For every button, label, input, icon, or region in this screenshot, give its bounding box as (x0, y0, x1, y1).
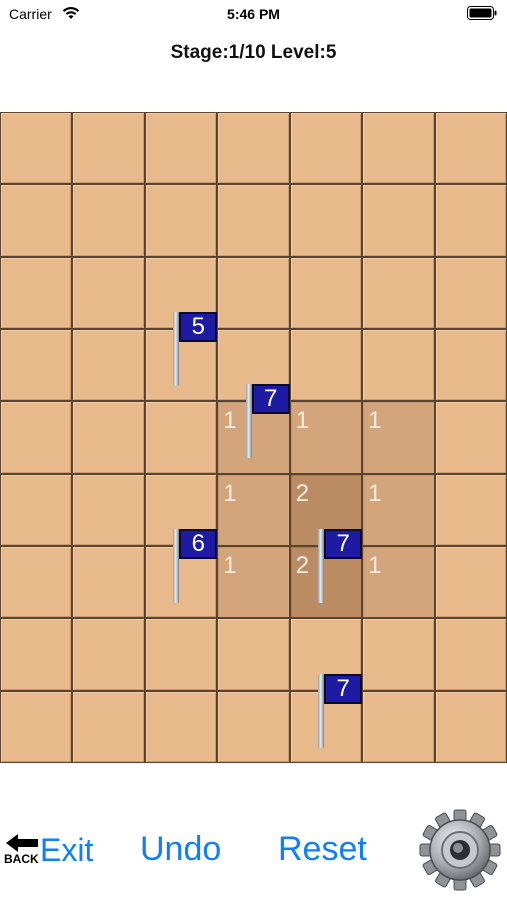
board-cell[interactable] (363, 113, 434, 184)
board-cell[interactable] (73, 619, 144, 690)
board-cell[interactable] (435, 619, 506, 690)
cell-number: 2 (295, 552, 310, 579)
flag-number: 5 (179, 312, 218, 342)
board-cell[interactable] (363, 257, 434, 328)
board-cell[interactable] (435, 330, 506, 401)
stage-level-title: Stage:1/10 Level:5 (170, 42, 337, 63)
board-cell[interactable] (1, 474, 72, 545)
cell-number: 1 (223, 552, 237, 579)
bottom-toolbar: BACK Exit Undo Reset (0, 790, 507, 900)
gear-icon[interactable] (418, 808, 502, 892)
game-board[interactable]: 1 1 1 1 2 1 1 2 1 5 7 6 7 7 (0, 112, 507, 763)
board-cell[interactable] (218, 691, 289, 762)
reset-button[interactable]: Reset (278, 830, 367, 869)
board-cell[interactable] (435, 185, 506, 256)
board-cell[interactable] (218, 257, 289, 328)
board-cell[interactable] (363, 619, 434, 690)
board-cell[interactable] (73, 402, 144, 473)
board-cell[interactable] (73, 185, 144, 256)
board-cell[interactable] (73, 547, 144, 618)
board-cell[interactable] (1, 185, 72, 256)
flag-icon[interactable]: 6 (173, 529, 223, 603)
flag-number: 6 (179, 529, 218, 559)
flag-number: 7 (324, 673, 363, 704)
cell-number: 1 (223, 407, 237, 435)
board-cell[interactable] (290, 257, 362, 328)
board-cell[interactable] (73, 474, 144, 545)
back-label: BACK (4, 852, 39, 866)
board-cell[interactable] (1, 691, 72, 762)
flag-icon[interactable]: 7 (245, 384, 296, 459)
board-cell[interactable] (363, 185, 434, 256)
board-cell[interactable] (1, 619, 72, 690)
cell-number: 1 (368, 479, 382, 507)
board-cell[interactable] (435, 113, 506, 184)
cell-number: 1 (368, 407, 382, 435)
battery-icon (467, 6, 497, 20)
board-cell[interactable] (73, 691, 144, 762)
board-cell[interactable] (1, 330, 72, 401)
board-cell[interactable] (73, 257, 144, 328)
board-cell[interactable] (145, 185, 217, 256)
board-cell[interactable] (435, 691, 506, 762)
board-cell[interactable] (145, 691, 217, 762)
cell-number: 1 (295, 407, 310, 435)
exit-button[interactable]: Exit (40, 832, 93, 869)
board-cell[interactable] (435, 402, 506, 473)
flag-number: 7 (324, 529, 363, 559)
board-cell[interactable] (363, 691, 434, 762)
board-cell[interactable] (363, 330, 434, 401)
board-cell[interactable] (290, 185, 362, 256)
board-cell[interactable] (1, 547, 72, 618)
board-cell[interactable] (435, 547, 506, 618)
board-cell[interactable] (1, 257, 72, 328)
flag-icon[interactable]: 7 (318, 673, 368, 748)
cell-number: 1 (223, 479, 237, 507)
board-cell[interactable] (145, 402, 217, 473)
board-cell[interactable] (73, 113, 144, 184)
board-cell[interactable] (1, 402, 72, 473)
status-time: 5:46 PM (227, 6, 280, 22)
flag-icon[interactable]: 7 (318, 529, 368, 603)
board-cell[interactable] (218, 619, 289, 690)
board-cell[interactable] (1, 113, 72, 184)
status-bar: Carrier 5:46 PM (0, 0, 507, 30)
board-cell[interactable] (73, 330, 144, 401)
board-cell[interactable] (145, 113, 217, 184)
undo-button[interactable]: Undo (140, 830, 221, 869)
board-cell[interactable] (290, 330, 362, 401)
board-cell[interactable] (145, 619, 217, 690)
flag-number: 7 (251, 384, 290, 415)
board-cell[interactable] (435, 257, 506, 328)
flag-icon[interactable]: 5 (173, 312, 223, 386)
cell-number: 2 (295, 479, 310, 507)
cell-number: 1 (368, 552, 382, 579)
board-cell[interactable] (218, 185, 289, 256)
board-cell[interactable] (290, 113, 362, 184)
board-cell[interactable] (435, 474, 506, 545)
board-cell[interactable] (218, 113, 289, 184)
